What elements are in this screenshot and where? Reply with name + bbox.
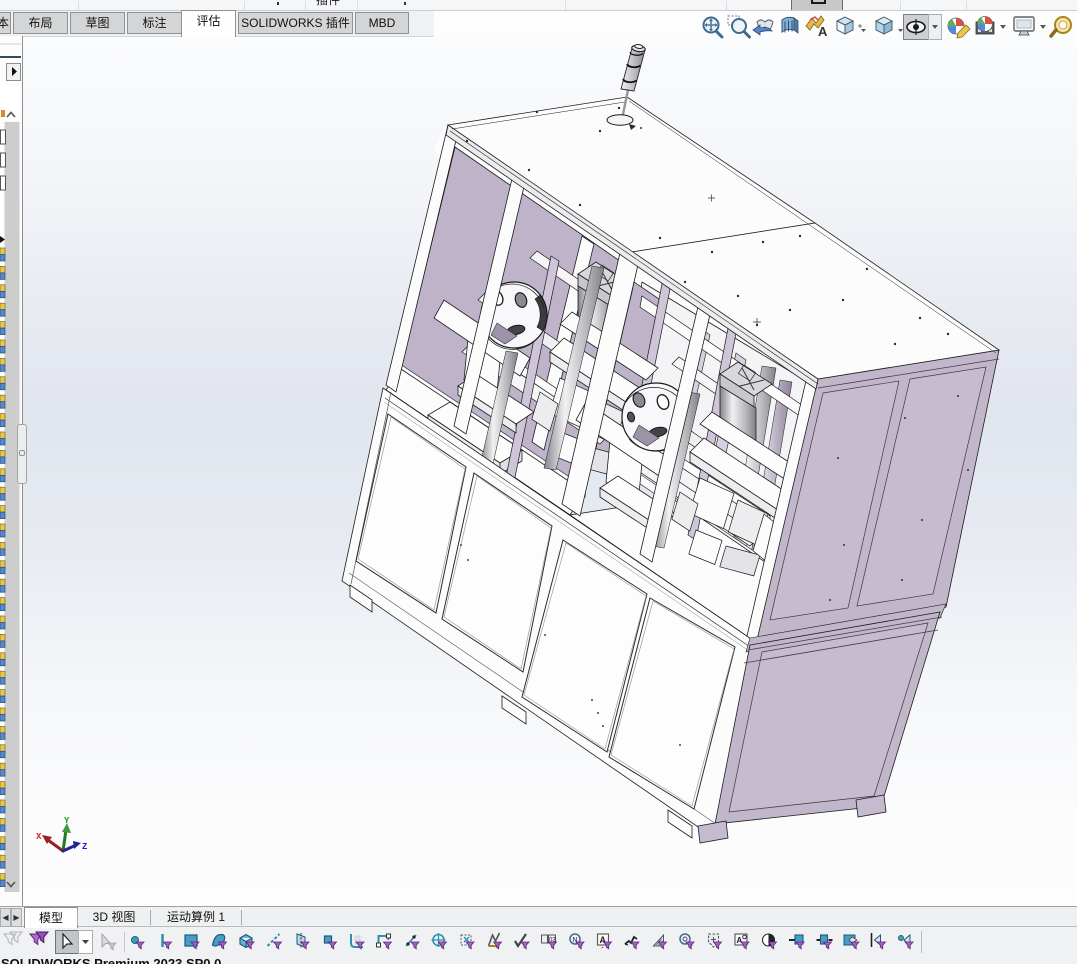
svg-text:A: A — [737, 936, 743, 945]
svg-text:X: X — [36, 832, 42, 842]
svg-text:Y: Y — [64, 816, 70, 826]
svg-text:A: A — [818, 24, 828, 39]
svg-text:Z: Z — [82, 842, 87, 852]
